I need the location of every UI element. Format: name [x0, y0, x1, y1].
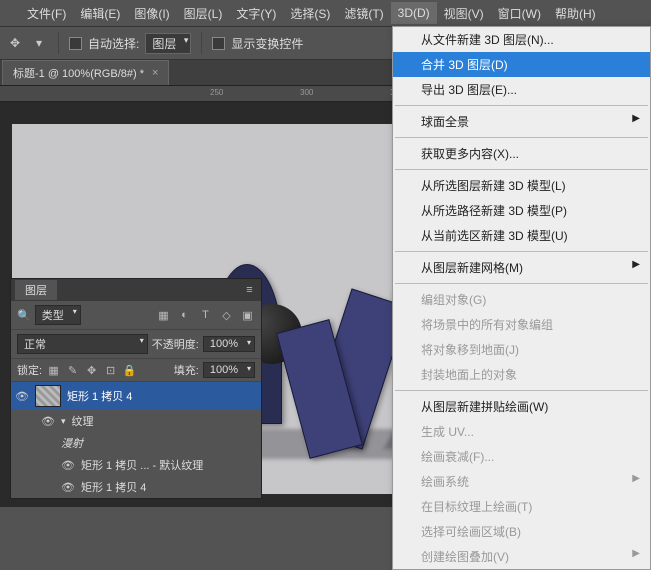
auto-select-checkbox[interactable]: [69, 37, 82, 50]
document-tab-title: 标题-1 @ 100%(RGB/8#) *: [13, 65, 144, 81]
submenu-arrow-icon: ▶: [632, 259, 640, 270]
menu-视图[interactable]: 视图(V): [437, 1, 491, 26]
menu-编辑[interactable]: 编辑(E): [73, 1, 127, 26]
layer-row[interactable]: 👁 矩形 1 拷贝 4: [11, 476, 261, 498]
filter-kind-dropdown[interactable]: 类型: [35, 305, 81, 325]
auto-select-target-dropdown[interactable]: 图层: [145, 33, 191, 54]
lock-label: 锁定:: [17, 362, 42, 378]
submenu-arrow-icon: ▶: [632, 473, 640, 484]
menu-item[interactable]: 从当前选区新建 3D 模型(U): [393, 223, 650, 248]
opacity-label: 不透明度:: [152, 336, 199, 352]
menu-item[interactable]: 从所选图层新建 3D 模型(L): [393, 173, 650, 198]
layers-panel: 图层 ≡ 🔍 类型 ▦ ◐ T ◇ ▣ 正常 不透明度: 100% 锁定: ▦ …: [10, 278, 262, 499]
filter-icons: ▦ ◐ T ◇ ▣: [156, 308, 255, 323]
layer-row[interactable]: 👁 矩形 1 拷贝 4: [11, 382, 261, 410]
menu-item[interactable]: 从图层新建网格(M)▶: [393, 255, 650, 280]
lock-all-icon[interactable]: ▦: [46, 363, 61, 378]
layer-name[interactable]: 漫射: [61, 435, 83, 451]
layers-list: 👁 矩形 1 拷贝 4 👁 ▾ 纹理漫射 👁 矩形 1 拷贝 ... - 默认纹理 👁 矩形 1…: [11, 382, 261, 498]
menu-item: 编组对象(G): [393, 287, 650, 312]
layers-blend-row: 正常 不透明度: 100%: [11, 330, 261, 359]
menu-item: 选择可绘画区域(B): [393, 519, 650, 544]
preset-dropdown-icon[interactable]: ▾: [30, 34, 48, 52]
fill-label: 填充:: [174, 362, 199, 378]
layers-panel-tabbar: 图层 ≡: [11, 279, 261, 301]
menu-滤镜[interactable]: 滤镜(T): [337, 1, 390, 26]
filter-text-icon[interactable]: T: [198, 308, 213, 323]
lock-icon[interactable]: 🔒: [122, 363, 137, 378]
visibility-eye-icon[interactable]: 👁: [41, 414, 55, 428]
menu-item: 绘画衰减(F)...: [393, 444, 650, 469]
menu-item: 生成 UV...: [393, 419, 650, 444]
layer-row[interactable]: 👁 ▾ 纹理: [11, 410, 261, 432]
menu-item: 将对象移到地面(J): [393, 337, 650, 362]
layer-name[interactable]: 纹理: [72, 413, 94, 429]
menu-文字[interactable]: 文字(Y): [229, 1, 283, 26]
visibility-eye-icon[interactable]: 👁: [61, 480, 75, 494]
show-transform-checkbox[interactable]: [212, 37, 225, 50]
menu-图像[interactable]: 图像(I): [127, 1, 176, 26]
move-tool-icon[interactable]: ✥: [6, 34, 24, 52]
menu-窗口[interactable]: 窗口(W): [491, 1, 548, 26]
layer-thumbnail[interactable]: [35, 385, 61, 407]
lock-pos-icon[interactable]: ✥: [84, 363, 99, 378]
layers-panel-tab[interactable]: 图层: [15, 280, 57, 300]
document-tab[interactable]: 标题-1 @ 100%(RGB/8#) * ×: [2, 60, 169, 85]
menu-item[interactable]: 从图层新建拼贴绘画(W): [393, 394, 650, 419]
menu-帮助[interactable]: 帮助(H): [548, 1, 603, 26]
menu-文件[interactable]: 文件(F): [20, 1, 73, 26]
filter-shape-icon[interactable]: ◇: [219, 308, 234, 323]
layer-name[interactable]: 矩形 1 拷贝 4: [67, 388, 132, 404]
auto-select-label: 自动选择:: [88, 35, 139, 52]
fill-value-dropdown[interactable]: 100%: [203, 362, 255, 378]
menu-item: 创建绘图叠加(V)▶: [393, 544, 650, 569]
layer-name[interactable]: 矩形 1 拷贝 ... - 默认纹理: [81, 457, 203, 473]
ruler-tick: 250: [210, 88, 223, 97]
filter-pixel-icon[interactable]: ▦: [156, 308, 171, 323]
visibility-eye-icon[interactable]: 👁: [61, 458, 75, 472]
panel-menu-icon[interactable]: ≡: [242, 283, 257, 298]
close-icon[interactable]: ×: [152, 67, 158, 79]
menu-item[interactable]: 合并 3D 图层(D): [393, 52, 650, 77]
visibility-eye-icon[interactable]: [41, 436, 55, 450]
layer-row[interactable]: 漫射: [11, 432, 261, 454]
submenu-arrow-icon: ▶: [632, 113, 640, 124]
menu-图层[interactable]: 图层(L): [177, 1, 230, 26]
layer-row[interactable]: 👁 矩形 1 拷贝 ... - 默认纹理: [11, 454, 261, 476]
menu-item: 绘画系统▶: [393, 469, 650, 494]
opacity-value-dropdown[interactable]: 100%: [203, 336, 255, 352]
menu-item[interactable]: 导出 3D 图层(E)...: [393, 77, 650, 102]
lock-paint-icon[interactable]: ✎: [65, 363, 80, 378]
visibility-eye-icon[interactable]: 👁: [15, 389, 29, 403]
separator: [58, 32, 59, 54]
menu-item[interactable]: 获取更多内容(X)...: [393, 141, 650, 166]
menu-item[interactable]: 从所选路径新建 3D 模型(P): [393, 198, 650, 223]
submenu-arrow-icon: ▶: [632, 548, 640, 559]
menu-3d-popup: 从文件新建 3D 图层(N)...合并 3D 图层(D)导出 3D 图层(E).…: [392, 26, 651, 570]
menu-3d[interactable]: 3D(D): [391, 2, 437, 24]
layers-lock-row: 锁定: ▦ ✎ ✥ ⊡ 🔒 填充: 100%: [11, 359, 261, 382]
ruler-tick: 300: [300, 88, 313, 97]
menu-item: 将场景中的所有对象编组: [393, 312, 650, 337]
twirl-icon[interactable]: ▾: [61, 416, 66, 427]
filter-adjust-icon[interactable]: ◐: [177, 308, 192, 323]
separator: [201, 32, 202, 54]
show-transform-label: 显示变换控件: [231, 35, 303, 52]
menu-item: 封装地面上的对象: [393, 362, 650, 387]
filter-smart-icon[interactable]: ▣: [240, 308, 255, 323]
lock-nest-icon[interactable]: ⊡: [103, 363, 118, 378]
layer-name[interactable]: 矩形 1 拷贝 4: [81, 479, 146, 495]
layers-filter-row: 🔍 类型 ▦ ◐ T ◇ ▣: [11, 301, 261, 330]
menu-item[interactable]: 从文件新建 3D 图层(N)...: [393, 27, 650, 52]
menubar: 文件(F)编辑(E)图像(I)图层(L)文字(Y)选择(S)滤镜(T)3D(D)…: [0, 0, 651, 26]
menu-item[interactable]: 球面全景▶: [393, 109, 650, 134]
menu-选择[interactable]: 选择(S): [283, 1, 337, 26]
blend-mode-dropdown[interactable]: 正常: [17, 334, 148, 354]
